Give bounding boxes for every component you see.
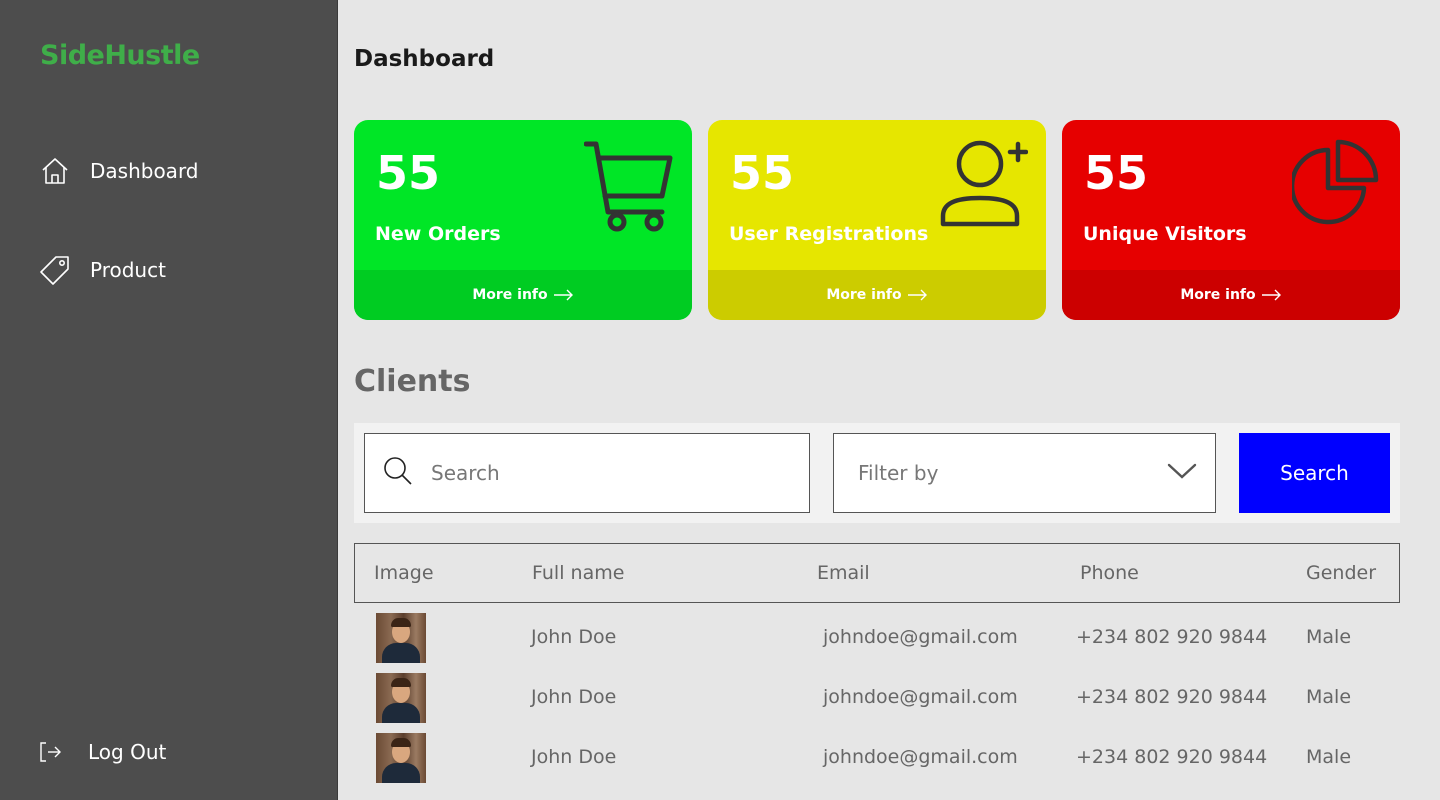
column-header-phone[interactable]: Phone	[1080, 562, 1139, 584]
cell-full-name: John Doe	[531, 746, 617, 768]
card-count: 55	[730, 146, 795, 200]
cell-phone: +234 802 920 9844	[1076, 746, 1268, 768]
cell-email: johndoe@gmail.com	[823, 746, 1018, 768]
card-label: New Orders	[375, 223, 501, 245]
page-title: Dashboard	[354, 46, 495, 72]
arrow-right-icon	[1261, 289, 1281, 301]
filter-dropdown[interactable]: Filter by	[833, 433, 1216, 513]
cell-gender: Male	[1306, 626, 1352, 648]
column-header-gender[interactable]: Gender	[1306, 562, 1376, 584]
tag-icon	[40, 255, 70, 285]
table-row[interactable]: John Doe johndoe@gmail.com +234 802 920 …	[354, 673, 1400, 733]
more-info-label: More info	[472, 287, 548, 303]
cell-email: johndoe@gmail.com	[823, 686, 1018, 708]
card-label: User Registrations	[729, 223, 929, 245]
cell-phone: +234 802 920 9844	[1076, 686, 1268, 708]
more-info-label: More info	[1180, 287, 1256, 303]
avatar	[376, 613, 426, 663]
unique-visitors-card: 55 Unique Visitors More info	[1062, 120, 1400, 320]
home-icon	[40, 156, 70, 186]
table-header: Image Full name Email Phone Gender	[354, 543, 1400, 603]
clients-title: Clients	[354, 364, 471, 399]
card-label: Unique Visitors	[1083, 223, 1247, 245]
column-header-image[interactable]: Image	[374, 562, 434, 584]
logo: SideHustle	[40, 40, 200, 71]
cell-email: johndoe@gmail.com	[823, 626, 1018, 648]
more-info-link[interactable]: More info	[354, 270, 692, 320]
logout-label: Log Out	[88, 740, 167, 764]
table-row[interactable]: John Doe johndoe@gmail.com +234 802 920 …	[354, 613, 1400, 673]
user-registrations-card: 55 User Registrations More info	[708, 120, 1046, 320]
user-plus-icon	[938, 138, 1029, 232]
search-field[interactable]	[364, 433, 810, 513]
cell-full-name: John Doe	[531, 686, 617, 708]
arrow-right-icon	[553, 289, 573, 301]
card-count: 55	[1084, 146, 1149, 200]
more-info-label: More info	[826, 287, 902, 303]
new-orders-card: 55 New Orders More info	[354, 120, 692, 320]
cart-icon	[583, 138, 674, 232]
sidebar-item-label: Product	[90, 258, 166, 282]
search-icon	[383, 456, 413, 490]
cell-gender: Male	[1306, 686, 1352, 708]
search-input[interactable]	[431, 461, 761, 485]
sidebar: SideHustle Dashboard Product Log Out	[0, 0, 338, 800]
chevron-down-icon	[1167, 461, 1197, 485]
sidebar-item-label: Dashboard	[90, 159, 199, 183]
avatar	[376, 673, 426, 723]
column-header-email[interactable]: Email	[817, 562, 870, 584]
avatar	[376, 733, 426, 783]
card-count: 55	[376, 146, 441, 200]
filter-label: Filter by	[858, 461, 939, 485]
table-row[interactable]: John Doe johndoe@gmail.com +234 802 920 …	[354, 733, 1400, 793]
search-bar: Filter by Search	[354, 423, 1400, 523]
cell-gender: Male	[1306, 746, 1352, 768]
pie-chart-icon	[1289, 138, 1382, 232]
column-header-full-name[interactable]: Full name	[532, 562, 624, 584]
search-button[interactable]: Search	[1239, 433, 1390, 513]
cell-full-name: John Doe	[531, 626, 617, 648]
sidebar-item-dashboard[interactable]: Dashboard	[40, 156, 199, 186]
main-content: Dashboard 55 New Orders More info 55 Use…	[354, 0, 1400, 800]
logout-icon	[40, 737, 62, 767]
cell-phone: +234 802 920 9844	[1076, 626, 1268, 648]
arrow-right-icon	[907, 289, 927, 301]
more-info-link[interactable]: More info	[708, 270, 1046, 320]
sidebar-item-product[interactable]: Product	[40, 255, 166, 285]
logout-button[interactable]: Log Out	[40, 737, 166, 767]
more-info-link[interactable]: More info	[1062, 270, 1400, 320]
